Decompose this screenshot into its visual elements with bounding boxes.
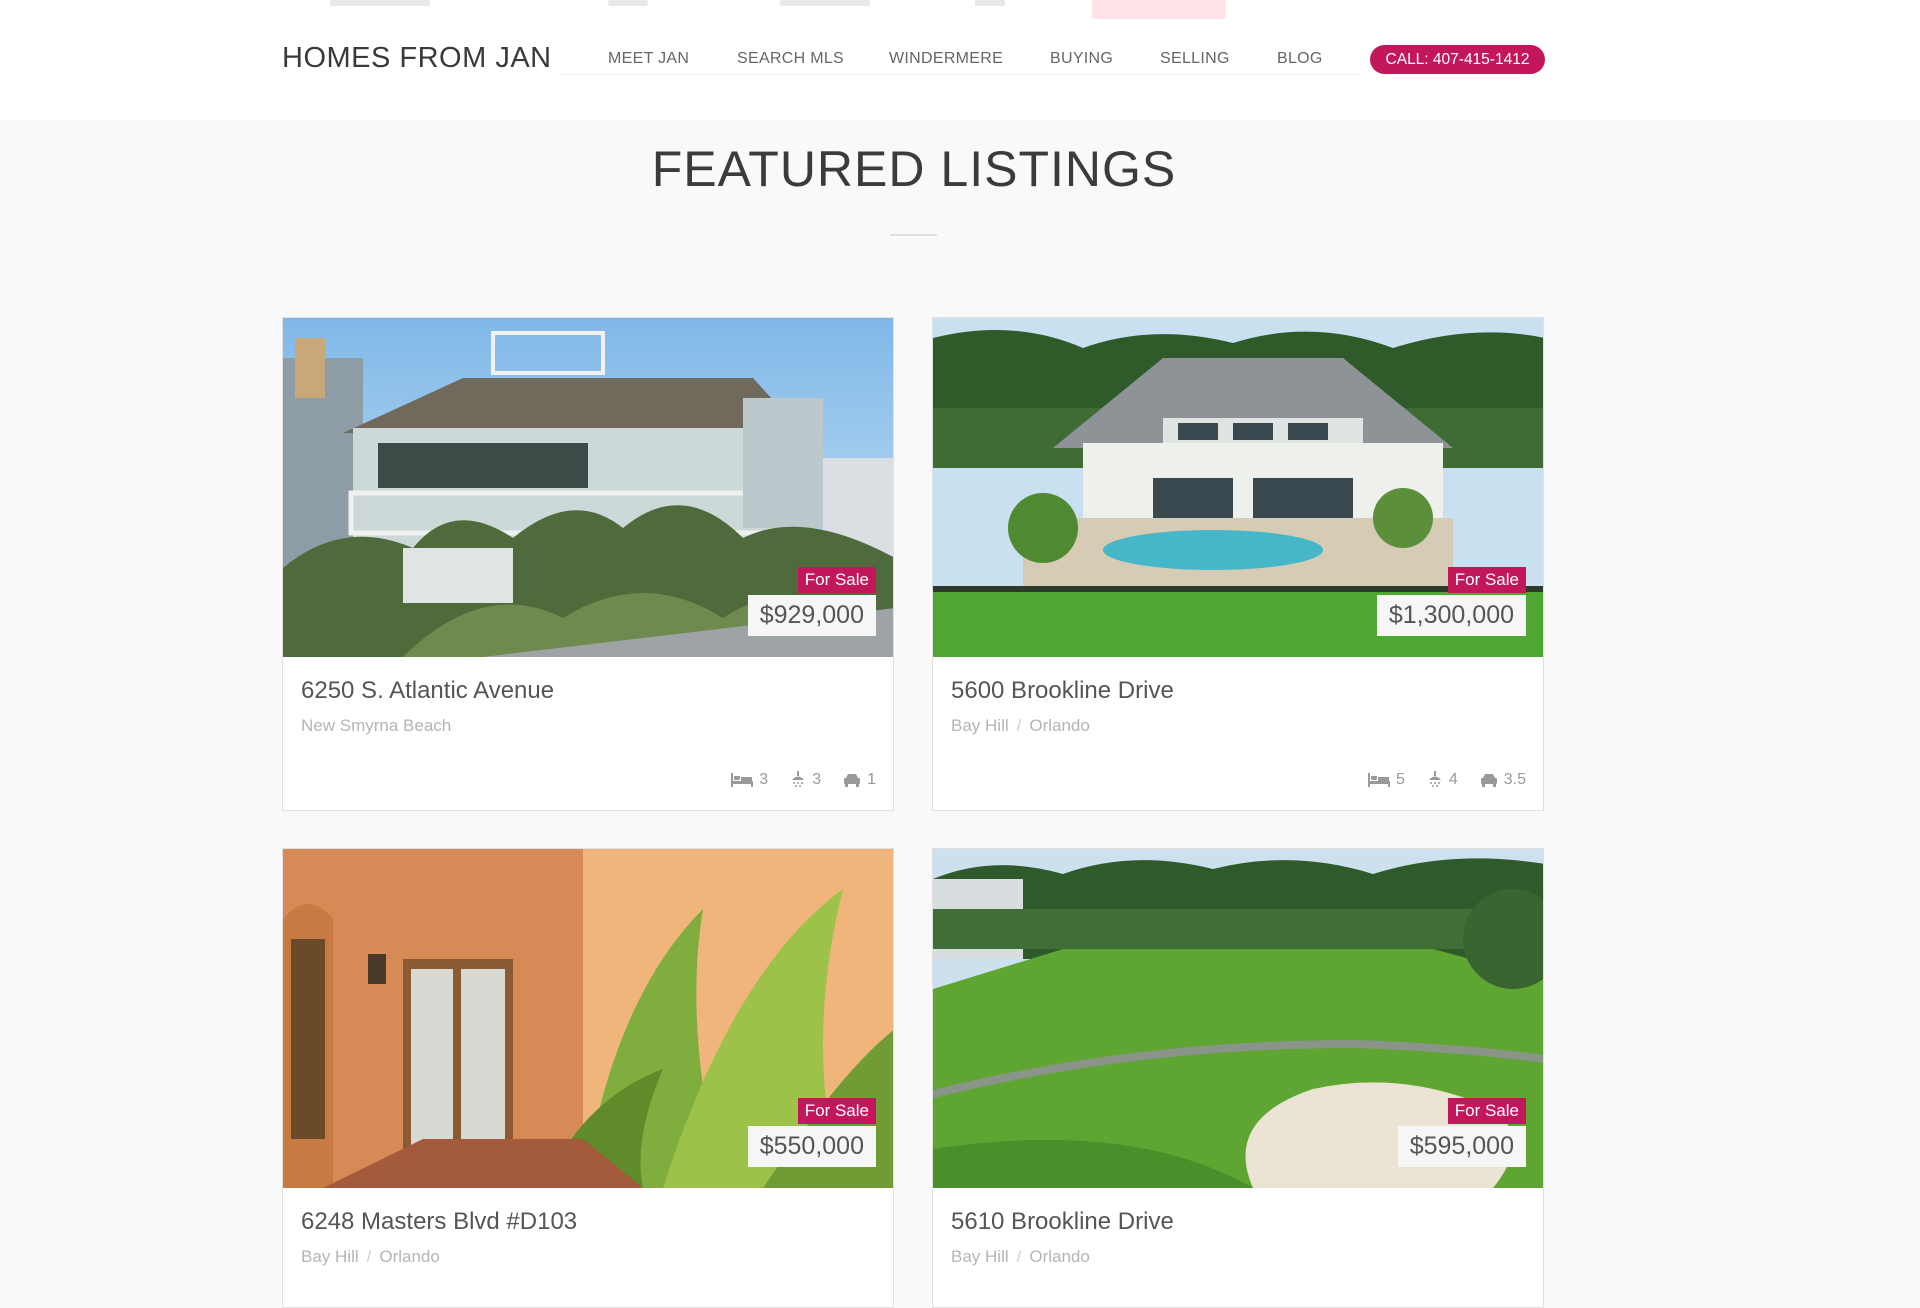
location-city[interactable]: New Smyrna Beach <box>301 716 451 735</box>
site-header: HOMES FROM JAN MEET JAN SEARCH MLS WINDE… <box>0 0 1920 120</box>
shower-icon <box>1428 771 1441 787</box>
listing-features: 5 4 3.5 <box>1367 771 1526 789</box>
garage-count: 3.5 <box>1503 771 1526 788</box>
location-city[interactable]: Orlando <box>1029 716 1089 735</box>
nav-item-blog[interactable]: BLOG <box>1277 50 1323 68</box>
location-city[interactable]: Orlando <box>379 1247 439 1266</box>
header-scroll-fragment <box>975 0 1005 6</box>
price-tag: $929,000 <box>747 595 876 636</box>
location-neighborhood[interactable]: Bay Hill <box>951 1247 1009 1266</box>
price-tag: $550,000 <box>747 1126 876 1167</box>
listing-address[interactable]: 6248 Masters Blvd #D103 <box>301 1208 577 1236</box>
garage-feature: 3.5 <box>1480 771 1526 789</box>
location-city[interactable]: Orlando <box>1029 1247 1089 1266</box>
status-badge: For Sale <box>1447 1098 1526 1124</box>
listing-location: Bay Hill / Orlando <box>951 716 1090 736</box>
beds-feature: 5 <box>1367 771 1405 789</box>
baths-count: 4 <box>1448 771 1458 788</box>
nav-item-selling[interactable]: SELLING <box>1160 50 1230 68</box>
price-tag: $595,000 <box>1397 1126 1526 1167</box>
nav-item-buying[interactable]: BUYING <box>1050 50 1113 68</box>
call-button[interactable]: CALL: 407-415-1412 <box>1370 45 1545 74</box>
header-scroll-fragment <box>330 0 430 6</box>
beds-feature: 3 <box>731 771 768 789</box>
location-separator: / <box>1016 1247 1022 1266</box>
listing-card[interactable]: For Sale $1,300,000 5600 Brookline Drive… <box>932 317 1544 811</box>
listing-location: Bay Hill / Orlando <box>301 1247 440 1267</box>
baths-feature: 3 <box>790 771 821 789</box>
car-icon <box>1480 774 1497 787</box>
listing-location: New Smyrna Beach <box>301 716 451 736</box>
baths-count: 3 <box>812 771 822 788</box>
nav-item-windermere[interactable]: WINDERMERE <box>889 50 1003 68</box>
status-badge: For Sale <box>797 1098 876 1124</box>
header-scroll-fragment <box>608 0 648 6</box>
location-neighborhood[interactable]: Bay Hill <box>301 1247 359 1266</box>
listing-features: 3 3 1 <box>731 771 876 789</box>
header-scroll-fragment <box>1092 0 1226 19</box>
price-tag: $1,300,000 <box>1376 595 1526 636</box>
listing-card[interactable]: For Sale $550,000 6248 Masters Blvd #D10… <box>282 848 894 1308</box>
header-scroll-fragment <box>780 0 870 6</box>
listing-location: Bay Hill / Orlando <box>951 1247 1090 1267</box>
bed-icon <box>1367 773 1390 787</box>
listing-address[interactable]: 5610 Brookline Drive <box>951 1208 1174 1236</box>
listing-address[interactable]: 5600 Brookline Drive <box>951 677 1174 705</box>
title-divider <box>890 234 937 236</box>
nav-item-meet-jan[interactable]: MEET JAN <box>608 50 689 68</box>
bed-icon <box>731 773 754 787</box>
location-neighborhood[interactable]: Bay Hill <box>951 716 1009 735</box>
listing-address[interactable]: 6250 S. Atlantic Avenue <box>301 677 554 705</box>
garage-count: 1 <box>867 771 876 788</box>
baths-feature: 4 <box>1427 771 1458 789</box>
location-separator: / <box>366 1247 372 1266</box>
location-separator: / <box>1016 716 1022 735</box>
section-title: FEATURED LISTINGS <box>651 141 1177 197</box>
listing-card[interactable]: For Sale $929,000 6250 S. Atlantic Avenu… <box>282 317 894 811</box>
status-badge: For Sale <box>1447 567 1526 593</box>
nav-item-search-mls[interactable]: SEARCH MLS <box>737 50 844 68</box>
site-logo[interactable]: HOMES FROM JAN <box>282 42 552 75</box>
beds-count: 5 <box>1395 771 1405 788</box>
beds-count: 3 <box>759 771 769 788</box>
car-icon <box>844 774 861 787</box>
shower-icon <box>792 771 805 787</box>
nav-underline <box>560 74 1360 75</box>
listing-card[interactable]: For Sale $595,000 5610 Brookline Drive B… <box>932 848 1544 1308</box>
status-badge: For Sale <box>797 567 876 593</box>
garage-feature: 1 <box>843 771 876 789</box>
